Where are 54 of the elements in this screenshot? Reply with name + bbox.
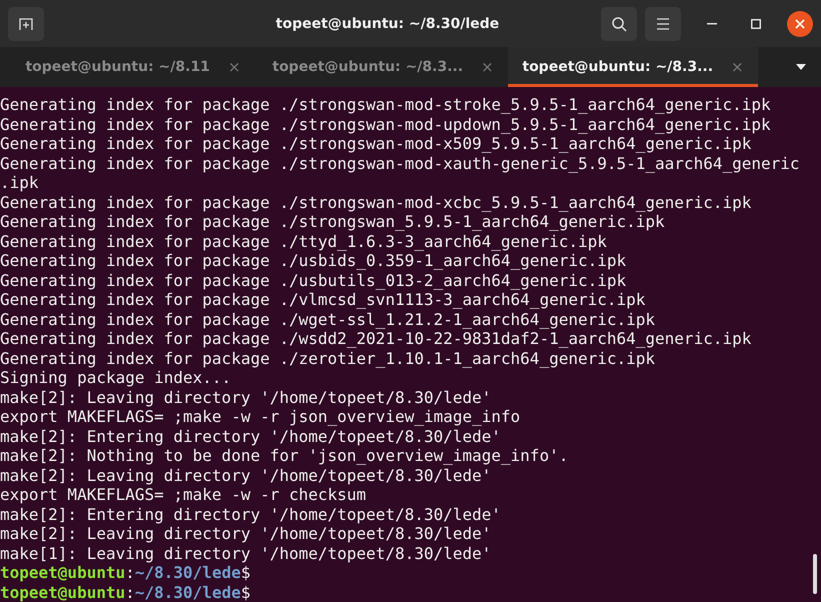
maximize-icon <box>751 18 761 28</box>
window-title: topeet@ubuntu: ~/8.30/lede <box>274 16 500 32</box>
terminal-line: .ipk <box>0 173 39 192</box>
terminal-line: make[2]: Leaving directory '/home/topeet/8.30/lede' <box>0 524 492 544</box>
terminal-line: Generating index for package ./usbutils_013-2_aarch64_generic.ipk <box>0 270 626 290</box>
terminal-line: Generating index for package ./strongswan-mod-updown_5.9.5-1_aarch64_generic.ipk <box>0 114 771 134</box>
terminal-line: make[2]: Entering directory '/home/topeet/8.30/lede' <box>0 426 501 446</box>
minimize-icon <box>707 22 717 24</box>
tab-label: topeet@ubuntu: ~/8.3... <box>272 59 464 75</box>
close-icon <box>795 18 805 28</box>
menu-icon <box>656 18 670 30</box>
search-icon <box>611 16 627 32</box>
terminal-line: export MAKEFLAGS= ;make -w -r checksum <box>0 485 366 504</box>
terminal-tab[interactable]: topeet@ubuntu: ~/8.3... × <box>508 47 758 87</box>
terminal-line: make[1]: Leaving directory '/home/topeet/8.30/lede' <box>0 544 492 563</box>
new-tab-icon <box>18 16 34 30</box>
prompt-path: ~/8.30/lede <box>134 563 241 582</box>
prompt-symbol: $ <box>240 582 250 602</box>
scrollbar-thumb[interactable] <box>813 554 817 594</box>
terminal-line: make[2]: Nothing to be done for 'json_overview_image_info'. <box>0 446 568 466</box>
prompt-user-host: topeet@ubuntu <box>0 582 126 602</box>
menu-button[interactable] <box>645 6 681 40</box>
tab-close-button[interactable]: × <box>731 58 744 76</box>
terminal-line: make[2]: Leaving directory '/home/topeet/8.30/lede' <box>0 466 492 485</box>
terminal-line: Generating index for package ./strongswan-mod-x509_5.9.5-1_aarch64_generic.ipk <box>0 134 752 154</box>
terminal-line: Generating index for package ./wget-ssl_1.21.2-1_aarch64_generic.ipk <box>0 310 656 329</box>
terminal-line: Generating index for package ./usbids_0.359-1_aarch64_generic.ipk <box>0 251 626 270</box>
tab-label: topeet@ubuntu: ~/8.11 <box>25 59 210 75</box>
terminal-tab[interactable]: topeet@ubuntu: ~/8.3... × <box>258 47 508 87</box>
terminal-line: Generating index for package ./zerotier_1.10.1-1_aarch64_generic.ipk <box>0 348 656 368</box>
terminal-line: export MAKEFLAGS= ;make -w -r json_overview_image_info <box>0 407 520 426</box>
prompt-user-host: topeet@ubuntu <box>0 563 126 582</box>
prompt-separator: : <box>125 563 135 582</box>
terminal-line: make[2]: Entering directory '/home/topeet/8.30/lede' <box>0 504 501 524</box>
terminal-line: Generating index for package ./strongswan-mod-stroke_5.9.5-1_aarch64_generic.ipk <box>0 95 771 114</box>
close-button[interactable] <box>787 10 813 36</box>
terminal-tab[interactable]: topeet@ubuntu: ~/8.11 × <box>8 47 258 87</box>
terminal-line: make[2]: Leaving directory '/home/topeet/8.30/lede' <box>0 388 492 407</box>
terminal-line: Generating index for package ./strongswan_5.9.5-1_aarch64_generic.ipk <box>0 212 665 232</box>
caret-icon <box>796 64 806 70</box>
tab-close-button[interactable]: × <box>228 58 241 76</box>
terminal-line: Signing package index... <box>0 368 232 388</box>
terminal-line: Generating index for package ./ttyd_1.6.3-3_aarch64_generic.ipk <box>0 232 607 251</box>
prompt-symbol: $ <box>240 563 250 582</box>
terminal-line: Generating index for package ./wsdd2_2021-10-22-9831daf2-1_aarch64_generic.ipk <box>0 329 752 348</box>
prompt-separator: : <box>125 582 135 602</box>
tab-label: topeet@ubuntu: ~/8.3... <box>522 59 714 75</box>
tab-close-button[interactable]: × <box>481 58 494 76</box>
search-button[interactable] <box>601 6 637 40</box>
prompt-path: ~/8.30/lede <box>134 582 241 602</box>
new-tab-button[interactable] <box>8 6 44 40</box>
terminal-line: Generating index for package ./strongswan-mod-xauth-generic_5.9.5-1_aarch64_generic <box>0 154 800 173</box>
terminal-line: Generating index for package ./strongswan-mod-xcbc_5.9.5-1_aarch64_generic.ipk <box>0 192 752 212</box>
terminal-line: Generating index for package ./vlmcsd_svn1113-3_aarch64_generic.ipk <box>0 290 646 310</box>
